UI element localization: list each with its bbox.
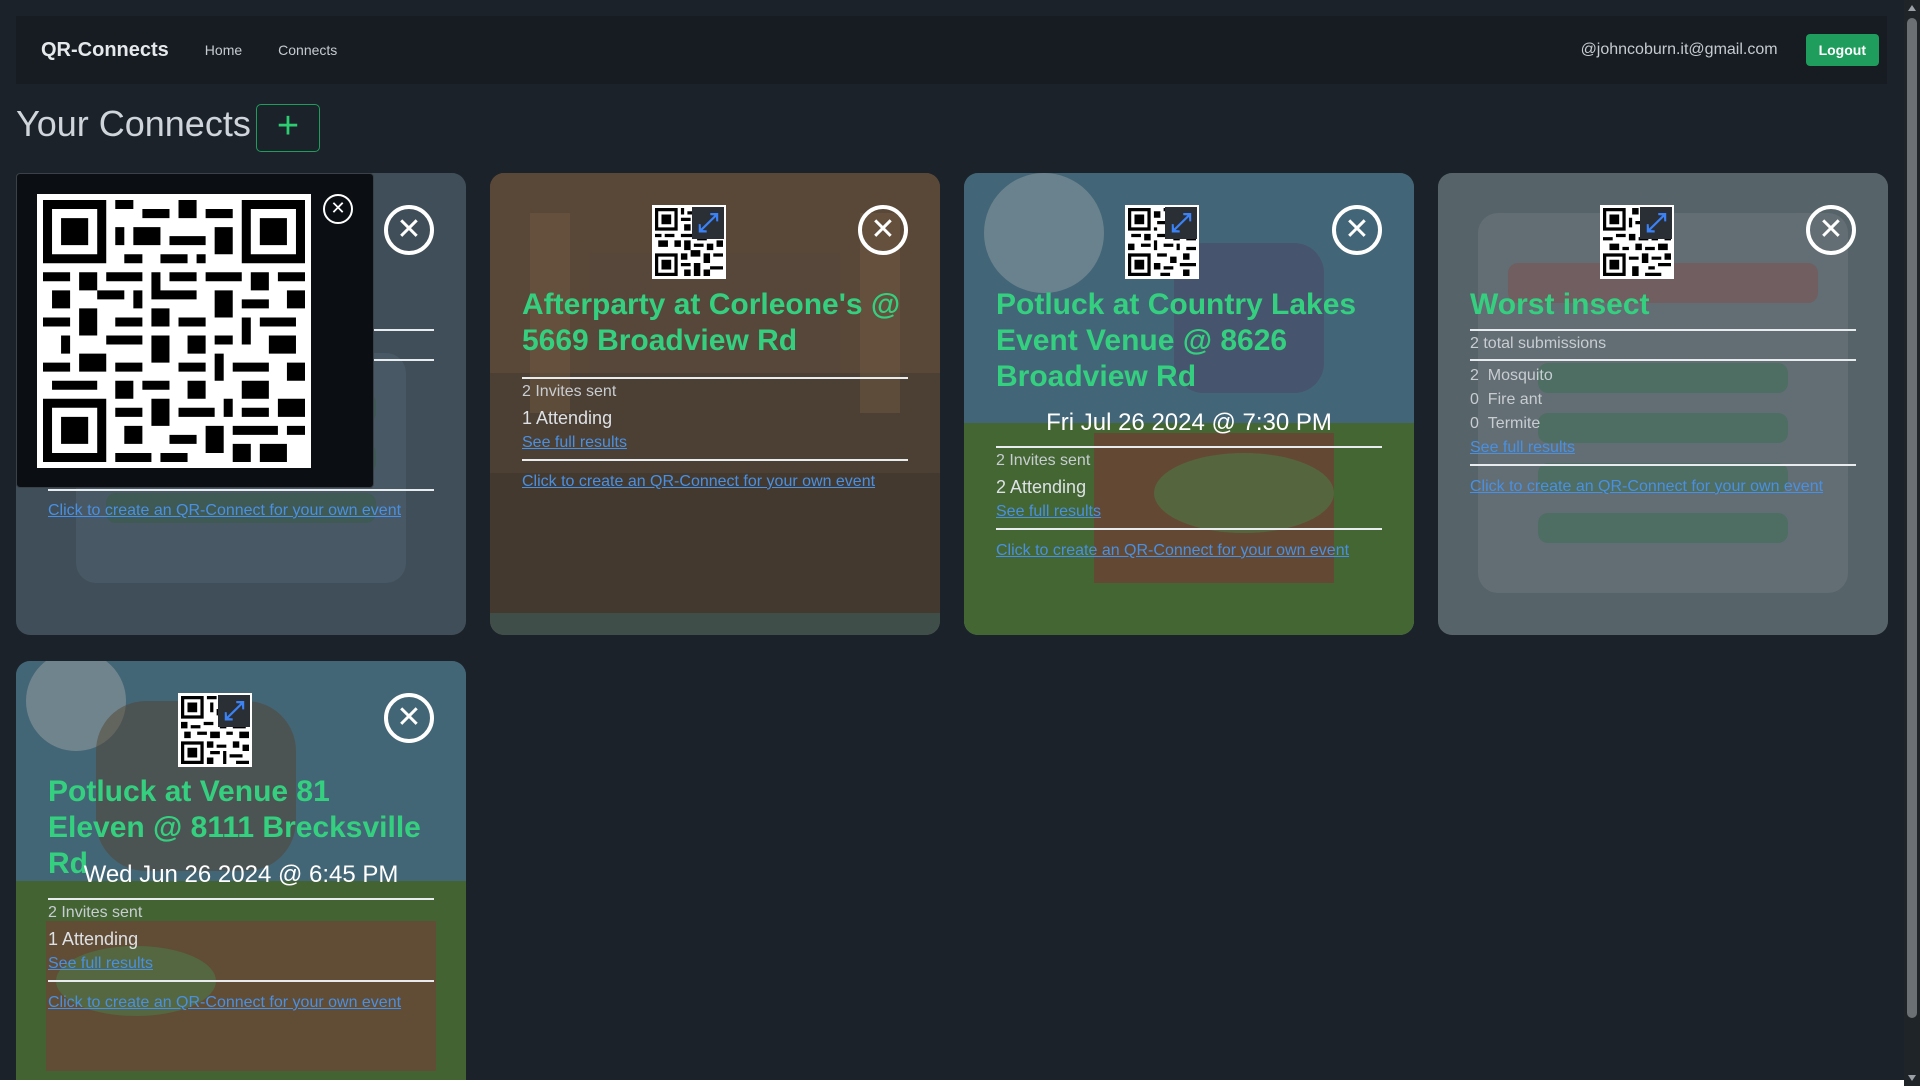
see-full-results-link[interactable]: See full results [1470,439,1575,457]
card-title: Potluck at Country Lakes Event Venue @ 8… [996,288,1357,393]
divider [522,377,908,379]
divider [1470,329,1856,331]
page-title: Your Connects [16,103,251,144]
close-icon[interactable]: ✕ [384,693,434,743]
poll-option-row: 0 Termite [1470,415,1540,433]
divider [1470,359,1856,361]
divider [48,980,434,982]
navbar: QR-Connects Home Connects @johncoburn.it… [16,16,1887,84]
event-date: Wed Jun 26 2024 @ 6:45 PM [83,861,399,888]
qr-code-thumbnail[interactable]: ⤢ [1600,205,1674,279]
event-date: Fri Jul 26 2024 @ 7:30 PM [1046,409,1332,436]
close-icon[interactable]: ✕ [1806,205,1856,255]
create-connect-link[interactable]: Click to create an QR-Connect for your o… [1470,478,1823,496]
divider [48,489,434,491]
invites-sent: 2 Invites sent [48,904,143,921]
create-connect-link[interactable]: Click to create an QR-Connect for your o… [522,473,875,491]
expand-icon[interactable]: ⤢ [1640,207,1672,239]
card-title: Afterparty at Corleone's @ 5669 Broadvie… [522,288,901,357]
invites-sent: 2 Invites sent [522,383,617,400]
user-email: @johncoburn.it@gmail.com [1580,41,1778,58]
plus-icon: + [276,105,300,147]
nav-link-connects[interactable]: Connects [278,42,337,58]
qr-code-thumbnail[interactable]: ⤢ [178,693,252,767]
close-icon[interactable]: ✕ [323,194,353,224]
qr-code-icon [43,200,305,462]
divider [996,446,1382,448]
nav-link-home[interactable]: Home [205,42,242,58]
close-icon[interactable]: ✕ [858,205,908,255]
qr-code-popup: ✕ [16,173,374,488]
expand-icon[interactable]: ⤢ [1165,207,1197,239]
attending-count: 1 Attending [522,408,613,428]
poll-option-count: 0 [1470,415,1479,432]
window-bottom-edge [0,1080,1904,1086]
expand-icon[interactable]: ⤢ [692,207,724,239]
expand-icon[interactable]: ⤢ [218,695,250,727]
create-connect-link[interactable]: Click to create an QR-Connect for your o… [48,994,401,1012]
qr-code-thumbnail[interactable]: ⤢ [1125,205,1199,279]
see-full-results-link[interactable]: See full results [996,503,1101,521]
poll-option-row: 0 Fire ant [1470,391,1542,409]
poll-option-count: 2 [1470,367,1479,384]
nav-right: @johncoburn.it@gmail.com Logout [1581,34,1887,66]
scrollbar[interactable] [1904,0,1920,1086]
divider [1470,464,1856,466]
brand-logo[interactable]: QR-Connects [41,39,169,62]
total-submissions: 2 total submissions [1470,335,1607,352]
poll-option-count: 0 [1470,391,1479,408]
connect-card-4: ⤢ ✕ Worst insect 2 total submissions 2 M… [1438,173,1888,635]
scroll-down-arrow-icon[interactable] [1908,1075,1916,1081]
poll-option-row: 2 Mosquito [1470,367,1553,385]
add-connect-button[interactable]: + [256,104,320,152]
attending-count: 1 Attending [48,929,139,949]
scrollbar-thumb[interactable] [1907,18,1917,1018]
poll-option-label: Fire ant [1487,391,1543,408]
create-connect-link[interactable]: Click to create an QR-Connect for your o… [996,542,1349,560]
divider [996,528,1382,530]
connect-card-3: ⤢ ✕ Potluck at Country Lakes Event Venue… [964,173,1414,635]
poll-option-label: Termite [1487,415,1541,432]
poll-option-label: Mosquito [1487,367,1553,384]
scroll-up-arrow-icon[interactable] [1908,5,1916,11]
divider [522,459,908,461]
see-full-results-link[interactable]: See full results [522,434,627,452]
connect-card-5: ⤢ ✕ Potluck at Venue 81 Eleven @ 8111 Br… [16,661,466,1086]
attending-count: 2 Attending [996,477,1087,497]
close-icon[interactable]: ✕ [384,205,434,255]
close-icon[interactable]: ✕ [1332,205,1382,255]
qr-code-large [37,194,311,468]
create-connect-link[interactable]: Click to create an QR-Connect for your o… [48,502,401,520]
invites-sent: 2 Invites sent [996,452,1091,469]
qr-code-thumbnail[interactable]: ⤢ [652,205,726,279]
connect-card-2: ⤢ ✕ Afterparty at Corleone's @ 5669 Broa… [490,173,940,635]
card-title: Worst insect [1470,288,1650,321]
divider [48,898,434,900]
see-full-results-link[interactable]: See full results [48,955,153,973]
logout-button[interactable]: Logout [1805,34,1879,66]
